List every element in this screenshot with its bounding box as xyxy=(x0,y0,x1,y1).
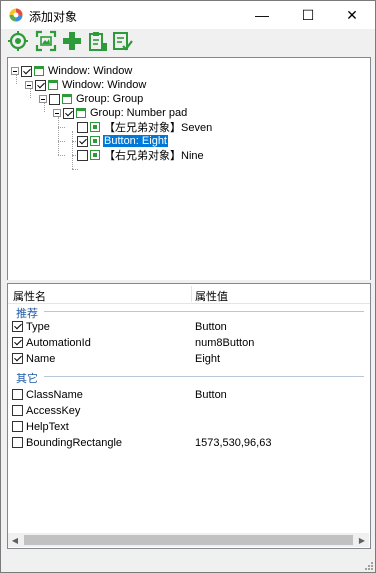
group-node-icon xyxy=(76,108,86,118)
property-grid[interactable]: 属性名 属性值 推荐 Type Button AutomationId num8… xyxy=(7,283,371,549)
tree-checkbox[interactable] xyxy=(35,79,46,91)
scroll-right-icon: ▶ xyxy=(358,535,366,545)
verify-list-icon[interactable] xyxy=(111,30,133,52)
property-name: AccessKey xyxy=(26,405,81,417)
property-name: AutomationId xyxy=(26,337,91,349)
locate-target-icon[interactable] xyxy=(7,30,29,52)
tree-node-label: 【右兄弟对象】Nine xyxy=(104,150,204,162)
tree-connector xyxy=(58,127,65,128)
property-checkbox[interactable] xyxy=(12,437,23,448)
property-row-classname[interactable]: ClassName Button xyxy=(8,387,370,403)
property-row-accesskey[interactable]: AccessKey xyxy=(8,403,370,419)
property-value: Button xyxy=(195,321,227,333)
app-logo-icon xyxy=(9,8,23,22)
column-divider[interactable] xyxy=(191,286,192,302)
property-name: HelpText xyxy=(26,421,69,433)
property-row-boundingrectangle[interactable]: BoundingRectangle 1573,530,96,63 xyxy=(8,435,370,451)
horizontal-scrollbar[interactable]: ◀ ▶ xyxy=(8,533,369,547)
property-grid-header: 属性名 属性值 xyxy=(8,284,370,304)
minimize-icon: — xyxy=(255,7,269,23)
tree-node-eight[interactable]: Button: Eight xyxy=(77,134,169,148)
maximize-icon: ☐ xyxy=(301,6,315,23)
group-divider xyxy=(44,311,364,312)
property-checkbox[interactable] xyxy=(12,353,23,364)
button-node-icon xyxy=(90,136,100,146)
property-checkbox[interactable] xyxy=(12,421,23,432)
clipboard-add-icon[interactable] xyxy=(86,30,108,52)
property-row-name[interactable]: Name Eight xyxy=(8,351,370,367)
window-node-icon xyxy=(34,66,44,76)
collapse-icon[interactable] xyxy=(11,67,19,75)
minimize-button[interactable]: — xyxy=(239,1,285,29)
tree-node-window-root[interactable]: Window: Window xyxy=(11,64,133,78)
tree-connector xyxy=(72,131,73,169)
close-icon: ✕ xyxy=(346,6,358,23)
scroll-right-button[interactable]: ▶ xyxy=(355,533,369,547)
add-icon[interactable] xyxy=(61,30,83,52)
scrollbar-thumb[interactable] xyxy=(24,535,353,545)
tree-checkbox[interactable] xyxy=(49,93,60,105)
window-node-icon xyxy=(48,80,58,90)
tree-node-label: Group: Group xyxy=(76,93,144,105)
tree-connector xyxy=(72,169,78,170)
property-row-helptext[interactable]: HelpText xyxy=(8,419,370,435)
property-name: Name xyxy=(26,353,56,365)
tree-checkbox[interactable] xyxy=(77,135,88,147)
property-value: num8Button xyxy=(195,337,255,349)
group-divider xyxy=(44,376,364,377)
property-name: ClassName xyxy=(26,389,83,401)
tree-node-nine[interactable]: 【右兄弟对象】Nine xyxy=(77,148,205,162)
tree-node-number-pad[interactable]: Group: Number pad xyxy=(53,106,188,120)
collapse-icon[interactable] xyxy=(25,81,33,89)
maximize-button[interactable]: ☐ xyxy=(285,1,331,29)
window-title: 添加对象 xyxy=(29,10,78,24)
tree-checkbox[interactable] xyxy=(77,149,88,161)
property-name: Type xyxy=(26,321,50,333)
tree-node-label: 【左兄弟对象】Seven xyxy=(104,122,213,134)
collapse-icon[interactable] xyxy=(39,95,47,103)
tree-node-label: Window: Window xyxy=(62,79,147,91)
tree-connector xyxy=(58,141,65,142)
tree-node-label: Window: Window xyxy=(48,65,133,77)
header-divider xyxy=(8,303,370,304)
tree-checkbox[interactable] xyxy=(77,121,88,133)
scroll-left-icon: ◀ xyxy=(11,535,19,545)
scroll-left-button[interactable]: ◀ xyxy=(8,533,22,547)
property-value: Button xyxy=(195,389,227,401)
collapse-icon[interactable] xyxy=(53,109,61,117)
tree-node-label: Group: Number pad xyxy=(90,107,188,119)
group-node-icon xyxy=(62,94,72,104)
column-header-name[interactable]: 属性名 xyxy=(13,288,46,304)
property-row-type[interactable]: Type Button xyxy=(8,319,370,335)
column-header-value[interactable]: 属性值 xyxy=(195,288,228,304)
resize-grip-icon[interactable] xyxy=(363,560,373,570)
tree-node-window-child[interactable]: Window: Window xyxy=(25,78,147,92)
tree-checkbox[interactable] xyxy=(63,107,74,119)
tree-checkbox[interactable] xyxy=(21,65,32,77)
property-checkbox[interactable] xyxy=(12,389,23,400)
object-tree[interactable]: Window: Window Window: Window Group: Gro… xyxy=(7,57,371,281)
property-value: Eight xyxy=(195,353,221,365)
property-name: BoundingRectangle xyxy=(26,437,123,449)
property-row-automationid[interactable]: AutomationId num8Button xyxy=(8,335,370,351)
tree-connector xyxy=(58,155,65,156)
close-button[interactable]: ✕ xyxy=(329,1,375,29)
tree-connector xyxy=(58,117,59,155)
property-value: 1573,530,96,63 xyxy=(195,437,272,449)
title-bar[interactable]: 添加对象 — ☐ ✕ xyxy=(1,1,375,29)
tree-node-seven[interactable]: 【左兄弟对象】Seven xyxy=(77,120,213,134)
property-checkbox[interactable] xyxy=(12,405,23,416)
button-node-icon xyxy=(90,150,100,160)
property-checkbox[interactable] xyxy=(12,321,23,332)
button-node-icon xyxy=(90,122,100,132)
group-label-other: 其它 xyxy=(16,373,38,385)
capture-screenshot-icon[interactable] xyxy=(35,30,57,52)
add-object-window: 添加对象 — ☐ ✕ Window: Window Window: Window… xyxy=(0,0,376,573)
tree-node-group[interactable]: Group: Group xyxy=(39,92,144,106)
tree-node-label-selected: Button: Eight xyxy=(102,134,169,148)
property-checkbox[interactable] xyxy=(12,337,23,348)
